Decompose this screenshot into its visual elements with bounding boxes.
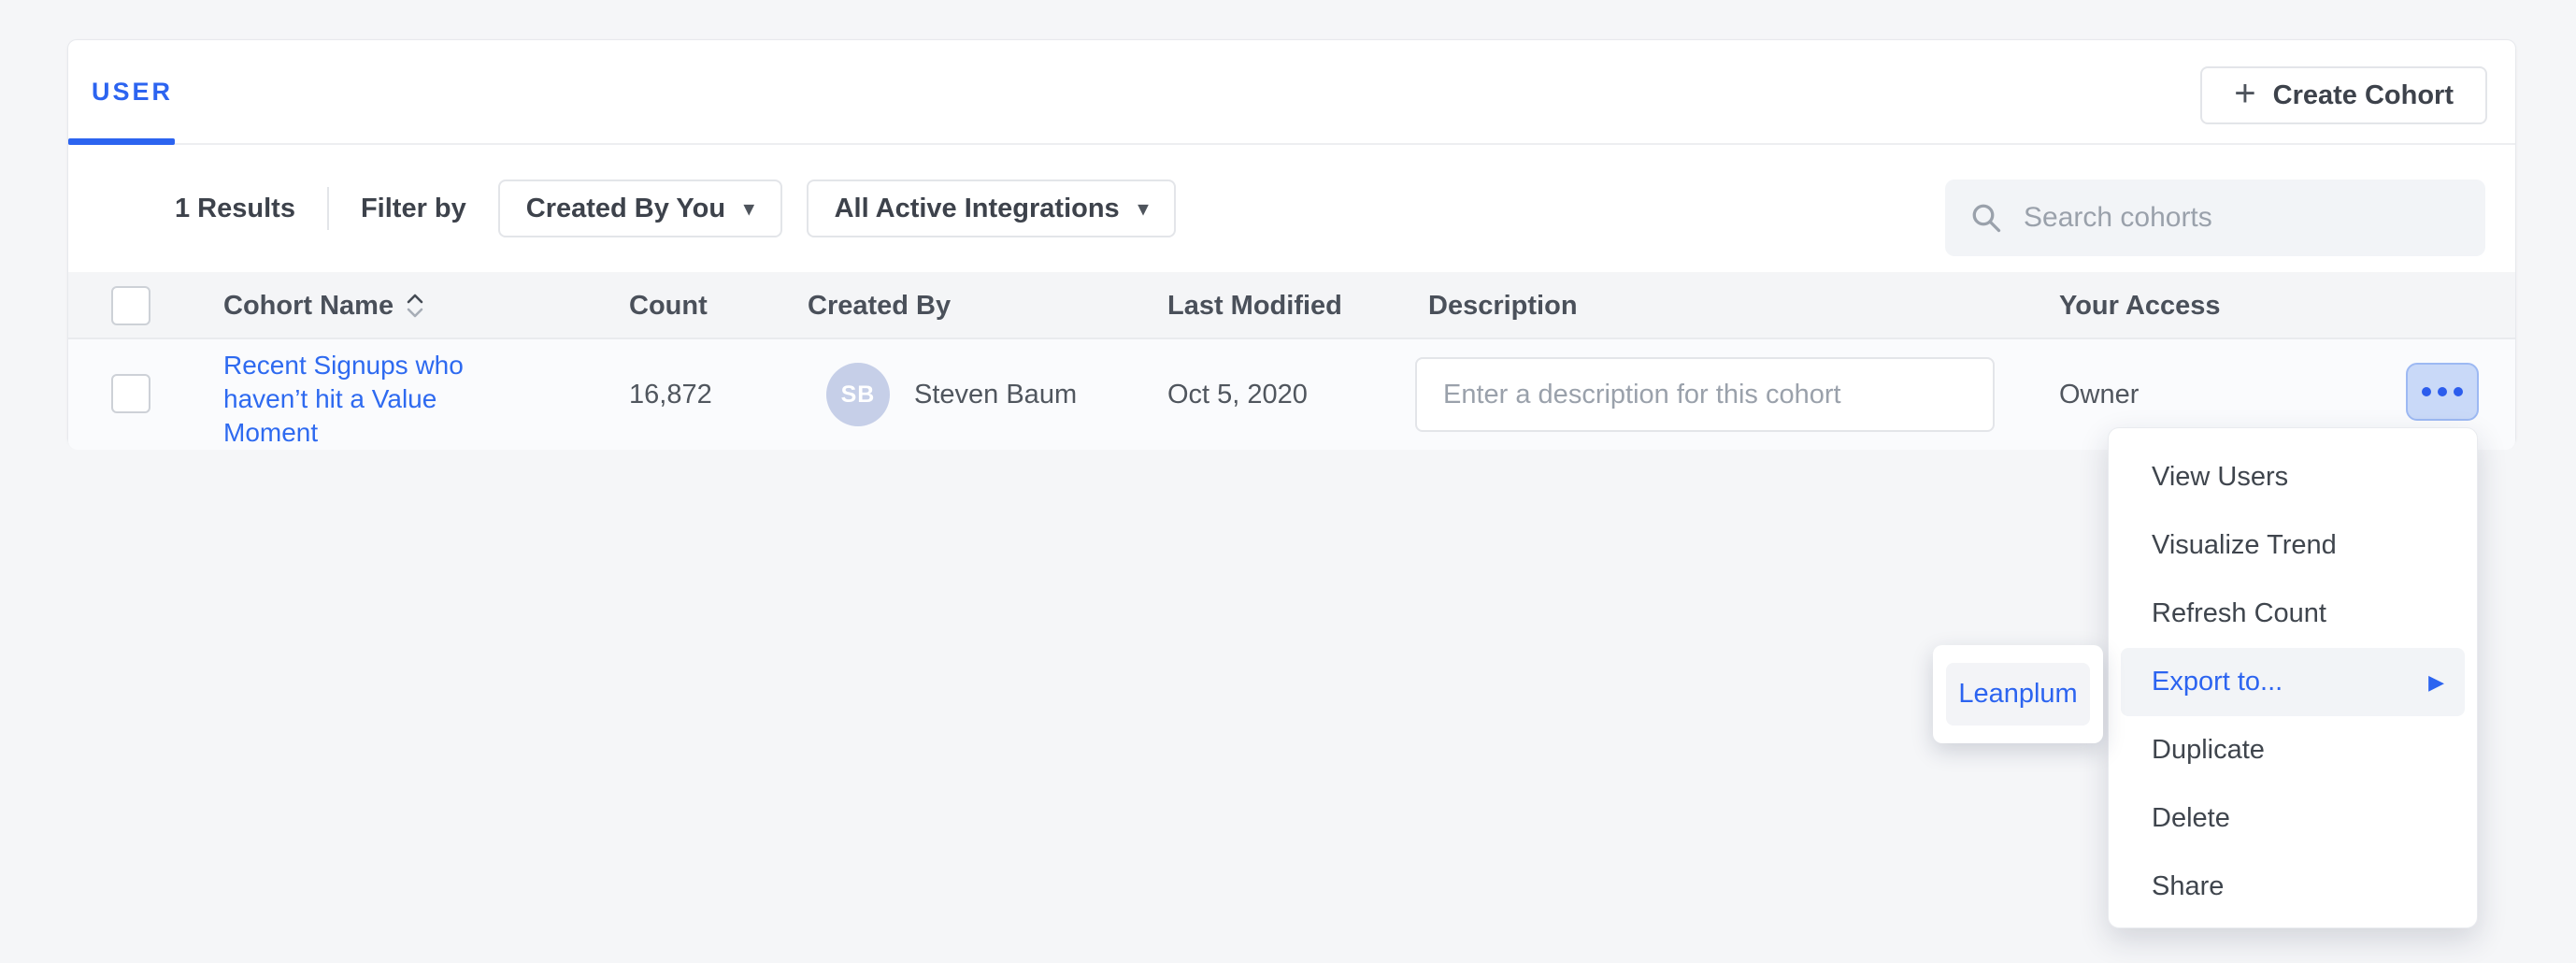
tab-user-label: USER [92, 78, 173, 107]
filter-toolbar: 1 Results Filter by Created By You ▾ All… [68, 145, 2515, 272]
search-icon [1969, 201, 2003, 235]
filter-by-label: Filter by [361, 194, 466, 224]
created-by-cell: SB Steven Baum [826, 339, 1077, 450]
table-header-row: Cohort Name Count Created By Last Modifi… [68, 272, 2515, 339]
search-input[interactable] [2024, 202, 2461, 234]
last-modified-cell: Oct 5, 2020 [1167, 339, 1308, 450]
export-submenu: Leanplum [1933, 645, 2103, 743]
integrations-filter-value: All Active Integrations [835, 194, 1120, 224]
menu-item-export-to[interactable]: Export to... ▶ [2121, 648, 2465, 716]
row-actions-menu: View Users Visualize Trend Refresh Count… [2108, 427, 2478, 928]
results-count: 1 Results [175, 194, 295, 224]
row-checkbox[interactable] [111, 374, 150, 413]
column-header-last-modified[interactable]: Last Modified [1167, 272, 1342, 339]
caret-down-icon: ▾ [1138, 197, 1149, 221]
created-by-name: Steven Baum [914, 380, 1077, 410]
more-icon [2438, 387, 2447, 396]
submenu-item-leanplum[interactable]: Leanplum [1946, 663, 2090, 726]
toolbar-divider [327, 187, 329, 230]
menu-item-refresh-count[interactable]: Refresh Count [2109, 580, 2477, 648]
create-cohort-label: Create Cohort [2273, 80, 2454, 111]
menu-item-delete[interactable]: Delete [2109, 784, 2477, 853]
column-header-your-access[interactable]: Your Access [2059, 272, 2220, 339]
created-by-filter-value: Created By You [526, 194, 725, 224]
cohort-count: 16,872 [629, 339, 712, 450]
cohorts-card: USER + Create Cohort 1 Results Filter by… [67, 39, 2516, 447]
create-cohort-button[interactable]: + Create Cohort [2200, 66, 2487, 124]
sort-icon[interactable] [405, 289, 425, 323]
column-header-created-by[interactable]: Created By [808, 272, 951, 339]
avatar: SB [826, 363, 890, 426]
description-input[interactable] [1415, 357, 1995, 432]
caret-down-icon: ▾ [744, 197, 754, 221]
menu-item-duplicate[interactable]: Duplicate [2109, 716, 2477, 784]
menu-item-visualize-trend[interactable]: Visualize Trend [2109, 511, 2477, 580]
more-icon [2422, 387, 2431, 396]
submenu-arrow-icon: ▶ [2428, 670, 2444, 695]
tab-active-underline [68, 138, 175, 145]
more-icon [2454, 387, 2463, 396]
search-cohorts-box[interactable] [1945, 180, 2485, 256]
column-header-cohort-name[interactable]: Cohort Name [223, 272, 425, 339]
plus-icon: + [2234, 75, 2255, 112]
menu-item-view-users[interactable]: View Users [2109, 443, 2477, 511]
cohort-name-link[interactable]: Recent Signups who haven’t hit a Value M… [223, 349, 490, 450]
integrations-filter-dropdown[interactable]: All Active Integrations ▾ [807, 180, 1177, 237]
menu-item-export-to-label: Export to... [2152, 667, 2283, 697]
tab-user[interactable]: USER [68, 40, 195, 143]
created-by-filter-dropdown[interactable]: Created By You ▾ [498, 180, 782, 237]
menu-item-share[interactable]: Share [2109, 853, 2477, 921]
column-header-count[interactable]: Count [629, 272, 708, 339]
tab-bar: USER + Create Cohort [68, 40, 2515, 145]
more-actions-button[interactable] [2406, 363, 2479, 421]
select-all-checkbox[interactable] [111, 286, 150, 325]
column-header-description[interactable]: Description [1428, 272, 1578, 339]
